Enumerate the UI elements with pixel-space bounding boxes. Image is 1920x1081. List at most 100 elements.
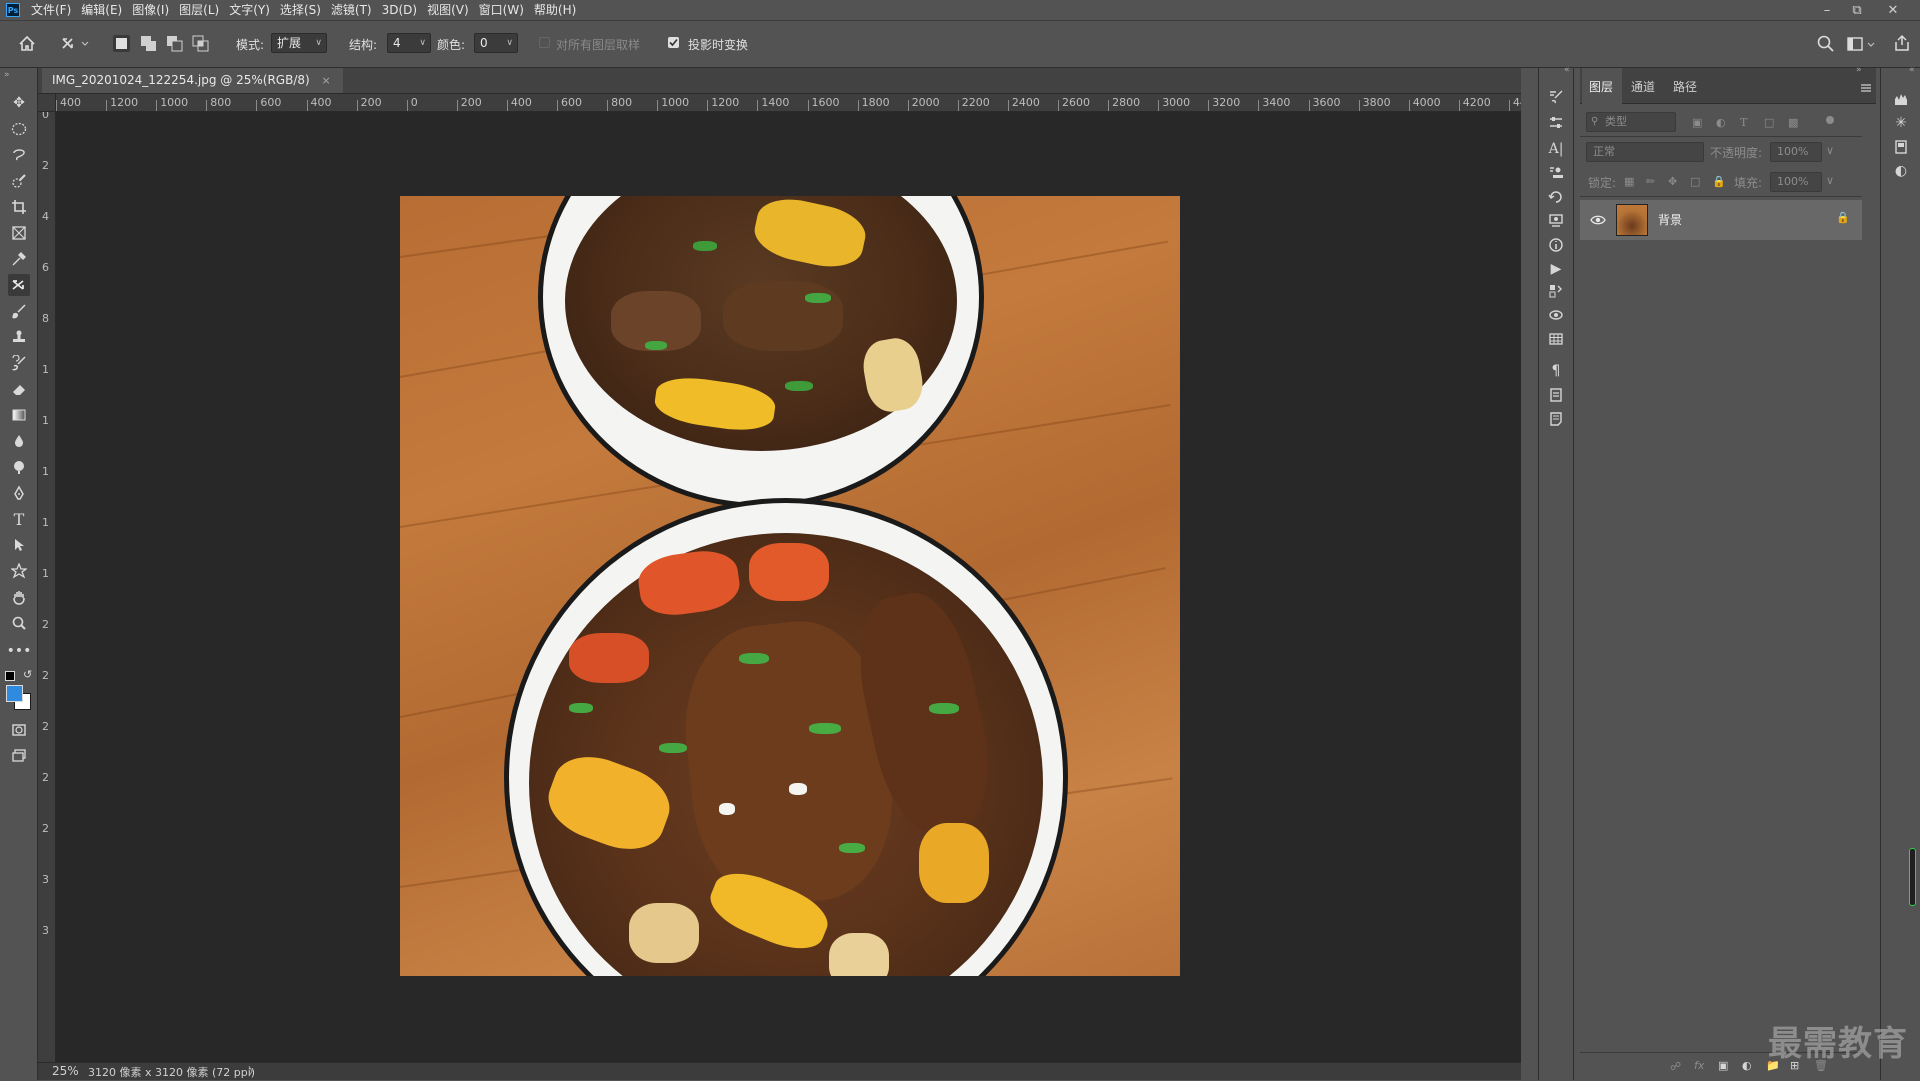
document-tab[interactable]: IMG_20201024_122254.jpg @ 25%(RGB/8) × xyxy=(42,68,343,93)
filter-adjustment-icon[interactable]: ◐ xyxy=(1716,116,1726,129)
document-size-info[interactable]: 3120 像素 x 3120 像素 (72 ppi) xyxy=(88,1064,255,1080)
collapse-panel-icon[interactable]: » xyxy=(1856,65,1862,75)
lasso-tool-icon[interactable] xyxy=(8,144,30,166)
status-arrow-icon[interactable]: 〉 xyxy=(248,1063,259,1079)
move-tool-icon[interactable]: ✥ xyxy=(8,92,30,114)
workspace-icon[interactable] xyxy=(1846,34,1878,54)
layer-filter-select[interactable]: ⚲ 类型 xyxy=(1586,112,1676,132)
transform-on-drop-checkbox[interactable] xyxy=(668,37,679,48)
filter-smart-object-icon[interactable]: ▩ xyxy=(1788,116,1798,129)
adjustment-sliders-icon[interactable] xyxy=(1545,112,1567,134)
tab-channels[interactable]: 通道 xyxy=(1631,78,1655,95)
paragraph-icon[interactable]: ¶ xyxy=(1545,360,1567,382)
clone-stamp-tool-icon[interactable] xyxy=(8,326,30,348)
content-aware-move-tool-preset-icon[interactable] xyxy=(60,33,90,55)
history-icon[interactable] xyxy=(1545,186,1567,208)
filter-pixel-icon[interactable]: ▣ xyxy=(1692,116,1702,129)
blur-tool-icon[interactable] xyxy=(8,430,30,452)
adjustments-icon[interactable]: ◐ xyxy=(1890,160,1912,182)
visibility-eye-icon[interactable] xyxy=(1590,213,1606,227)
screen-mode-icon[interactable] xyxy=(8,745,30,767)
histogram-icon[interactable] xyxy=(1890,88,1912,110)
menu-edit[interactable]: 编辑(E) xyxy=(76,0,127,20)
document-image[interactable] xyxy=(400,196,1180,976)
color-input[interactable]: 0 ∨ xyxy=(474,33,518,53)
new-fill-layer-icon[interactable]: ◐ xyxy=(1742,1059,1752,1072)
eyedropper-tool-icon[interactable] xyxy=(8,248,30,270)
lock-image-icon[interactable]: ✏ xyxy=(1646,175,1655,188)
properties-icon[interactable] xyxy=(1545,210,1567,232)
info-icon[interactable] xyxy=(1545,234,1567,256)
vertical-ruler[interactable]: 0 2 4 6 8 1 1 1 1 1 2 2 2 2 2 3 3 xyxy=(38,112,56,1062)
more-tools-icon[interactable]: ••• xyxy=(7,640,32,662)
close-window-icon[interactable]: ✕ xyxy=(1878,0,1908,20)
eraser-tool-icon[interactable] xyxy=(8,378,30,400)
swatches-icon[interactable] xyxy=(1545,280,1567,302)
new-selection-icon[interactable] xyxy=(113,35,130,52)
pen-tool-icon[interactable] xyxy=(8,482,30,504)
add-mask-icon[interactable]: ▣ xyxy=(1718,1059,1728,1072)
content-aware-move-tool-icon[interactable] xyxy=(8,274,30,296)
lock-position-icon[interactable]: ✥ xyxy=(1668,175,1677,188)
crop-tool-icon[interactable] xyxy=(8,196,30,218)
quick-selection-tool-icon[interactable] xyxy=(8,170,30,192)
collapse-strip-icon[interactable]: « xyxy=(1564,65,1570,75)
clone-source-icon[interactable] xyxy=(1545,162,1567,184)
hand-tool-icon[interactable] xyxy=(8,586,30,608)
minimize-icon[interactable]: – xyxy=(1812,0,1842,20)
blend-mode-select[interactable]: 正常 xyxy=(1586,142,1704,162)
marquee-tool-icon[interactable] xyxy=(8,118,30,140)
subtract-from-selection-icon[interactable] xyxy=(166,35,183,52)
opacity-input[interactable]: 100% xyxy=(1770,142,1822,162)
quick-mask-icon[interactable] xyxy=(8,719,30,741)
brush-tool-icon[interactable] xyxy=(8,300,30,322)
collapse-strip-icon[interactable]: « xyxy=(1909,65,1915,75)
filter-type-icon[interactable]: T xyxy=(1740,116,1747,129)
menu-layer[interactable]: 图层(L) xyxy=(174,0,224,20)
tab-layers[interactable]: 图层 xyxy=(1589,78,1613,95)
menu-type[interactable]: 文字(Y) xyxy=(224,0,275,20)
structure-input[interactable]: 4 ∨ xyxy=(387,33,431,53)
menu-select[interactable]: 选择(S) xyxy=(275,0,326,20)
paragraph-styles-icon[interactable] xyxy=(1545,384,1567,406)
foreground-color-swatch[interactable] xyxy=(6,685,23,702)
search-icon[interactable] xyxy=(1816,34,1836,54)
brush-settings-icon[interactable] xyxy=(1545,86,1567,108)
horizontal-ruler[interactable]: 400 1200 1000 800 600 400 200 0 200 400 600 800 1000… xyxy=(56,94,1521,112)
close-tab-icon[interactable]: × xyxy=(322,74,331,87)
menu-window[interactable]: 窗口(W) xyxy=(474,0,529,20)
ruler-origin[interactable] xyxy=(38,94,56,112)
intersect-selection-icon[interactable] xyxy=(192,35,209,52)
custom-shape-tool-icon[interactable] xyxy=(8,560,30,582)
collapse-panel-icon[interactable]: » xyxy=(4,70,10,80)
filter-shape-icon[interactable]: □ xyxy=(1764,116,1774,129)
layer-style-fx-icon[interactable]: fx xyxy=(1694,1059,1704,1072)
table-icon[interactable] xyxy=(1545,328,1567,350)
home-icon[interactable] xyxy=(16,33,38,55)
add-to-selection-icon[interactable] xyxy=(140,35,157,52)
actions-play-icon[interactable]: ▶ xyxy=(1545,258,1567,280)
layer-name[interactable]: 背景 xyxy=(1658,211,1682,228)
mode-select[interactable]: 扩展 ∨ xyxy=(271,33,327,53)
fill-input[interactable]: 100% xyxy=(1770,172,1822,192)
character-panel-icon[interactable]: A| xyxy=(1545,138,1567,160)
lock-all-icon[interactable]: 🔒 xyxy=(1712,175,1726,188)
chevron-down-icon[interactable]: ∨ xyxy=(1826,144,1834,157)
menu-3d[interactable]: 3D(D) xyxy=(377,0,422,20)
path-selection-tool-icon[interactable] xyxy=(8,534,30,556)
lock-transparent-icon[interactable]: ▦ xyxy=(1624,175,1634,188)
history-brush-tool-icon[interactable] xyxy=(8,352,30,374)
dodge-tool-icon[interactable] xyxy=(8,456,30,478)
menu-help[interactable]: 帮助(H) xyxy=(529,0,581,20)
restore-icon[interactable]: ⧉ xyxy=(1842,0,1872,20)
frame-tool-icon[interactable] xyxy=(8,222,30,244)
menu-view[interactable]: 视图(V) xyxy=(422,0,474,20)
chevron-down-icon[interactable]: ∨ xyxy=(1826,174,1834,187)
lock-artboard-icon[interactable]: □ xyxy=(1690,175,1700,188)
canvas-area[interactable] xyxy=(56,112,1521,1062)
layer-row-background[interactable]: 背景 🔒 xyxy=(1580,200,1862,240)
notes-icon[interactable] xyxy=(1545,408,1567,430)
default-colors-icon[interactable] xyxy=(5,671,15,681)
zoom-tool-icon[interactable] xyxy=(8,612,30,634)
type-tool-icon[interactable]: T xyxy=(8,508,30,530)
